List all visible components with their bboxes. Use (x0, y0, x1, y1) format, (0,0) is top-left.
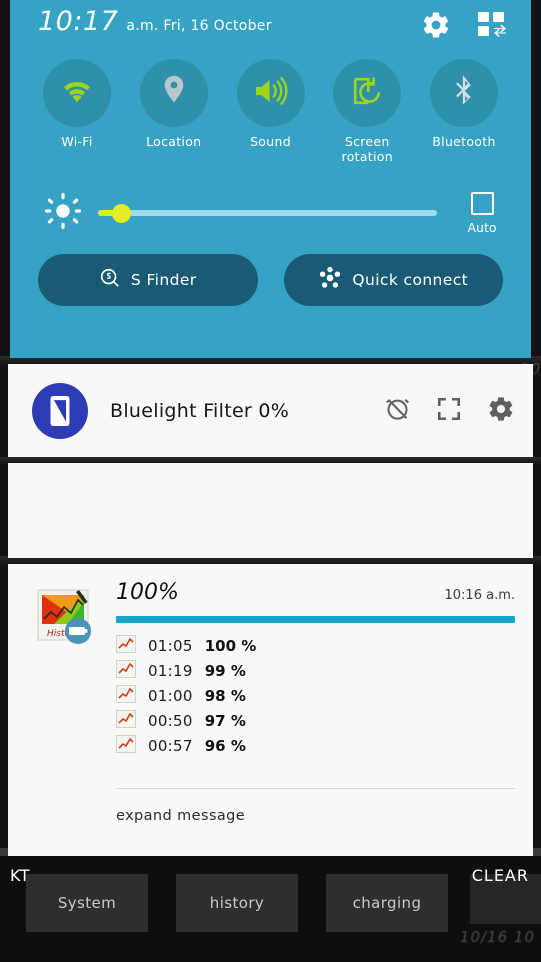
status-bar-actions (421, 10, 509, 40)
toggle-bluetooth[interactable]: Bluetooth (419, 59, 509, 180)
s-finder-button[interactable]: S Finder (38, 254, 258, 306)
chart-line-icon (116, 659, 136, 682)
toggle-screen-rotation-circle[interactable] (333, 59, 402, 127)
list-item-percent: 98 % (204, 686, 246, 705)
list-item-time: 01:19 (148, 661, 193, 680)
list-item-time: 01:05 (148, 636, 193, 655)
s-finder-label: S Finder (130, 271, 197, 289)
alarm-off-icon[interactable] (384, 395, 411, 426)
quick-toggle-row: Wi-Fi Location Sound Screen rotation Blu… (10, 55, 531, 180)
list-item: 00:50 97 % (116, 708, 515, 733)
list-item-time: 00:57 (148, 736, 193, 755)
background-ghost-date: 10/16 10 (459, 928, 535, 946)
toggle-wifi[interactable]: Wi-Fi (32, 59, 122, 180)
toggle-sound-label: Sound (250, 134, 291, 149)
gear-icon[interactable] (421, 10, 451, 40)
chart-line-icon (116, 709, 136, 732)
notification-bluelight-filter[interactable]: Bluelight Filter 0% (8, 364, 533, 457)
battery-timestamp: 10:16 a.m. (444, 588, 516, 603)
toggle-location-label: Location (146, 134, 202, 149)
gear-icon[interactable] (487, 395, 515, 427)
battery-history-list: 01:05 100 % 01:19 99 % 01:00 98 % 00:50 … (116, 633, 515, 758)
clock-time: 10:17 (38, 6, 119, 37)
s-finder-icon (99, 267, 121, 293)
battery-progress-bar (116, 616, 515, 623)
expand-message-button[interactable]: expand message (116, 808, 245, 824)
list-item: 01:19 99 % (116, 658, 515, 683)
notification-blank-card[interactable] (8, 463, 533, 558)
brightness-sun-icon (44, 192, 82, 234)
brightness-slider-track (98, 210, 437, 216)
bluelight-phone-icon (32, 382, 88, 439)
toggle-sound[interactable]: Sound (226, 59, 316, 180)
toggle-bluetooth-label: Bluetooth (432, 134, 496, 149)
bluelight-filter-actions (384, 395, 515, 427)
divider (116, 788, 515, 789)
toggle-bluetooth-circle[interactable] (430, 59, 498, 127)
app-tile-system[interactable]: System (26, 874, 148, 932)
bluetooth-icon (450, 74, 478, 112)
battery-card-body: 100% 10:16 a.m. 01:05 100 % 01:19 99 % 0… (116, 580, 515, 758)
location-pin-icon (159, 74, 189, 112)
app-tile-history[interactable]: history (176, 874, 298, 932)
brightness-row: Auto (10, 180, 531, 246)
list-item: 00:57 96 % (116, 733, 515, 758)
notification-battery-history[interactable]: History 100% 10:16 a.m. 01:05 100 % 01:1… (8, 564, 533, 856)
bluelight-filter-title: Bluelight Filter 0% (110, 399, 290, 422)
toggle-location-circle[interactable] (139, 59, 208, 127)
app-tile-charging[interactable]: charging (326, 874, 448, 932)
battery-card-header: 100% 10:16 a.m. (116, 580, 515, 605)
clear-button[interactable]: CLEAR (472, 866, 529, 885)
toggle-wifi-label: Wi-Fi (61, 134, 93, 149)
battery-percent: 100% (116, 580, 179, 605)
list-item-percent: 99 % (204, 661, 246, 680)
battery-progress-fill (116, 616, 515, 623)
toggle-location[interactable]: Location (129, 59, 219, 180)
chart-line-icon (116, 684, 136, 707)
quick-settings-panel: 10:17 a.m. Fri, 16 October Wi-Fi Locatio… (10, 0, 531, 358)
list-item: 01:05 100 % (116, 633, 515, 658)
quick-connect-label: Quick connect (352, 271, 469, 289)
expand-brackets-icon[interactable] (436, 396, 462, 426)
toggle-screen-rotation-label: Screen rotation (341, 134, 393, 164)
list-item-time: 01:00 (148, 686, 193, 705)
toggle-screen-rotation[interactable]: Screen rotation (322, 59, 412, 180)
quick-settings-edit-icon[interactable] (477, 10, 509, 40)
list-item-percent: 100 % (204, 636, 257, 655)
toggle-wifi-circle[interactable] (43, 59, 111, 127)
clock-date: a.m. Fri, 16 October (126, 18, 272, 34)
auto-brightness-label: Auto (467, 219, 497, 235)
auto-brightness-checkbox[interactable] (470, 191, 494, 215)
status-bar: 10:17 a.m. Fri, 16 October (10, 0, 531, 55)
brightness-slider-thumb[interactable] (111, 203, 131, 223)
chart-line-icon (116, 734, 136, 757)
finder-button-row: S Finder Quick connect (10, 246, 531, 306)
wifi-icon (59, 76, 95, 110)
quick-connect-icon (318, 266, 342, 294)
history-chart-icon: History (36, 586, 94, 644)
chart-line-icon (116, 634, 136, 657)
list-item: 01:00 98 % (116, 683, 515, 708)
list-item-percent: 97 % (204, 711, 246, 730)
clock-block: 10:17 a.m. Fri, 16 October (38, 8, 272, 35)
speaker-icon (253, 76, 289, 110)
list-item-time: 00:50 (148, 711, 193, 730)
auto-brightness-toggle[interactable]: Auto (455, 191, 509, 235)
screen-rotation-icon (350, 74, 384, 112)
toggle-sound-circle[interactable] (236, 59, 305, 127)
phone-screen: 10 10:17 a.m. Fri, 16 October (0, 0, 541, 962)
list-item-percent: 96 % (204, 736, 246, 755)
quick-connect-button[interactable]: Quick connect (283, 254, 503, 306)
brightness-slider[interactable] (98, 203, 437, 223)
